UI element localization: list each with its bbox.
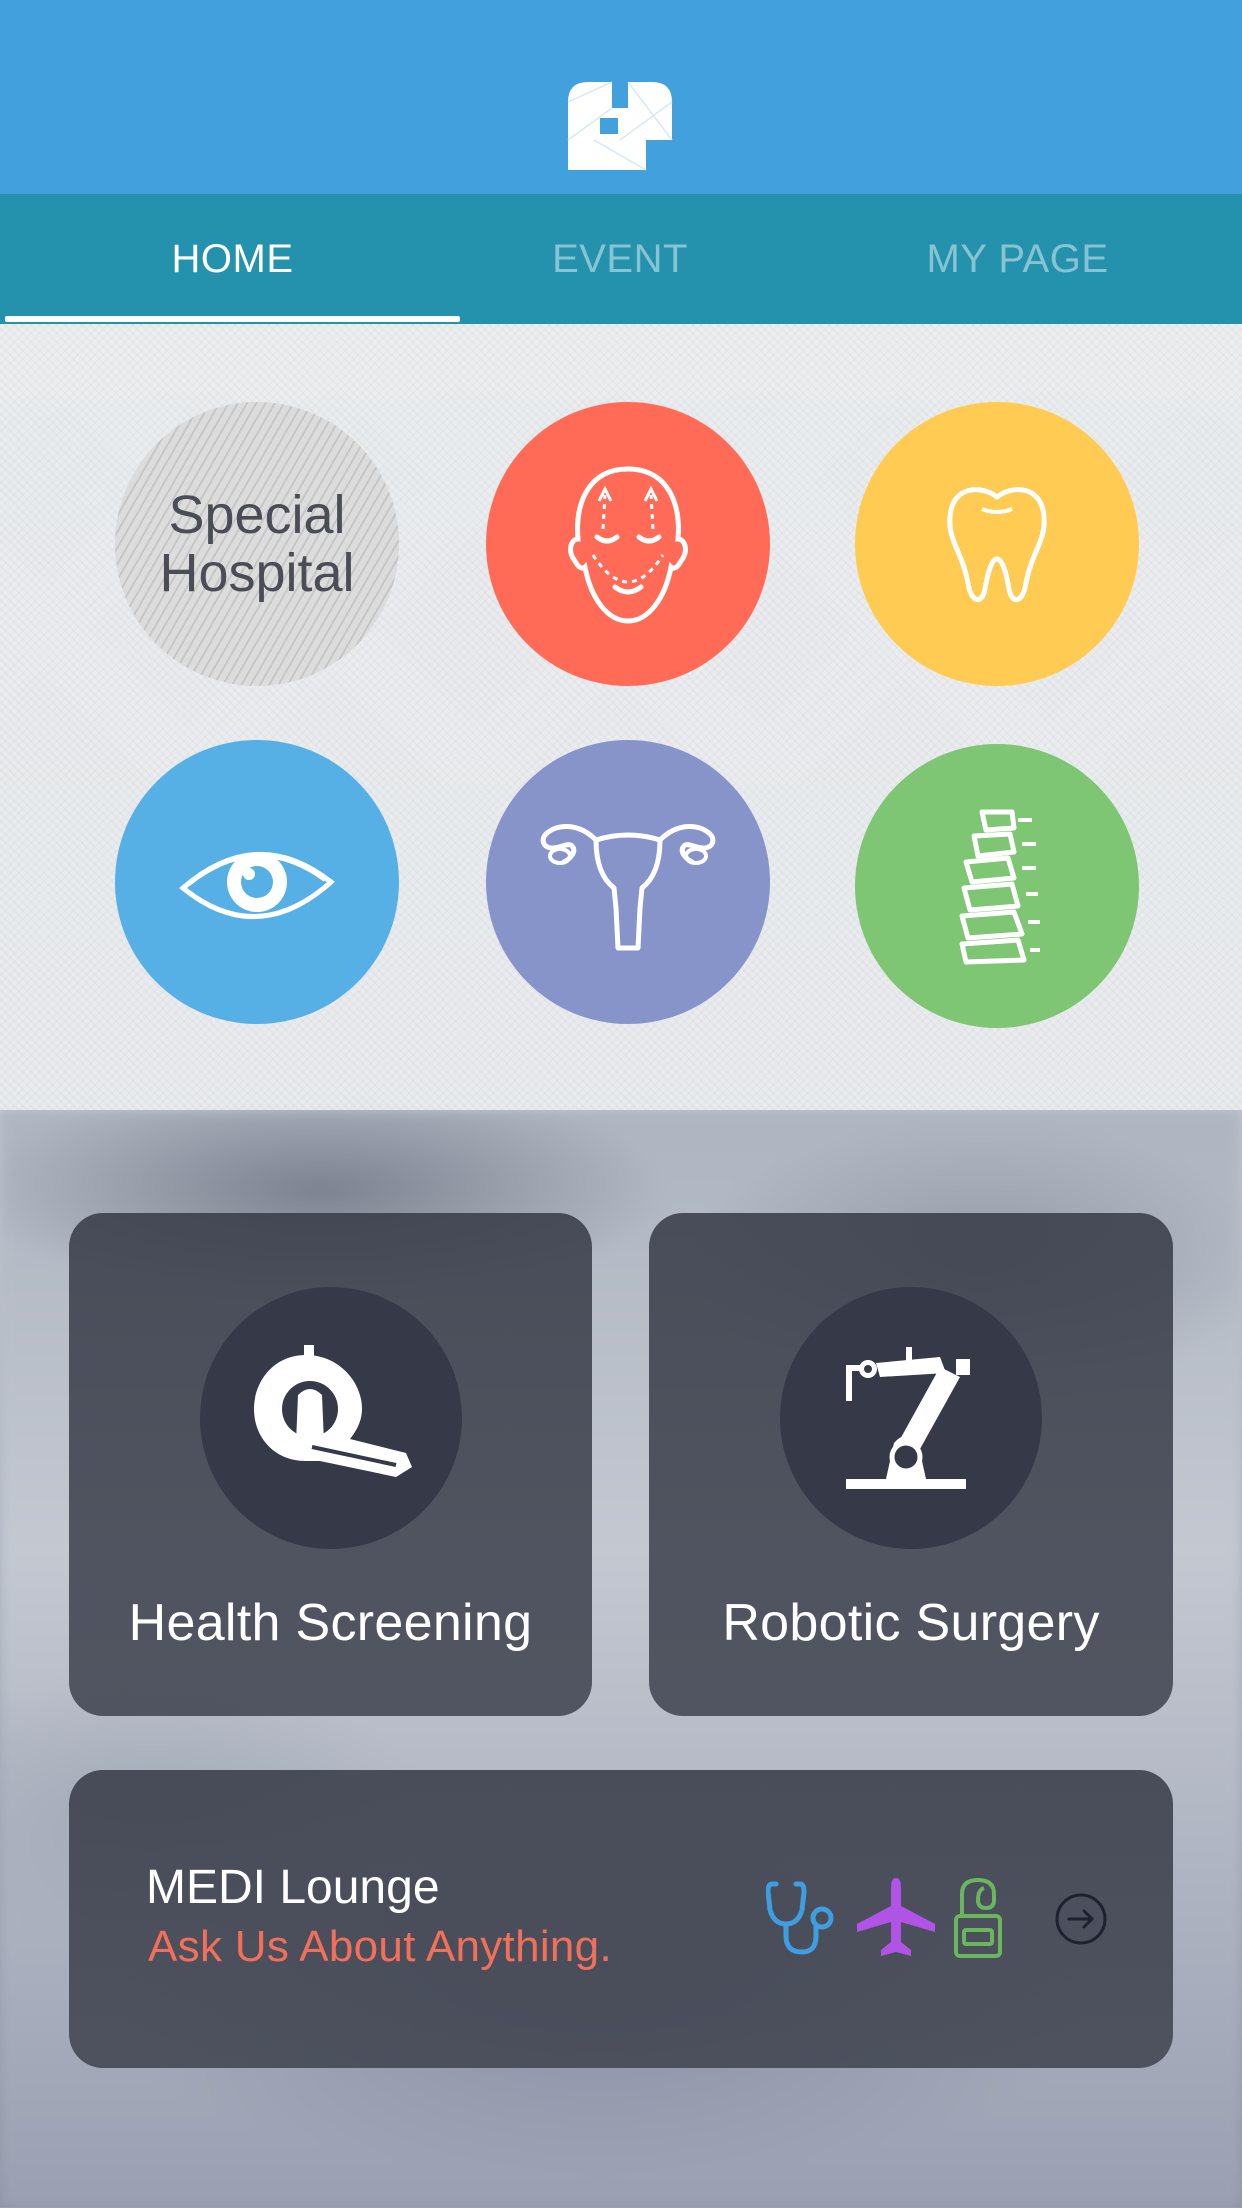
- gynecology-button[interactable]: [486, 740, 770, 1024]
- health-screening-card[interactable]: Health Screening: [69, 1213, 592, 1716]
- stethoscope-icon: [766, 1881, 834, 1955]
- ophthalmology-button[interactable]: [115, 740, 399, 1024]
- robotic-surgery-card[interactable]: Robotic Surgery: [649, 1213, 1173, 1716]
- special-hospital-line1: Special: [168, 485, 346, 545]
- tab-bar: HOME EVENT MY PAGE: [0, 194, 1242, 324]
- tooth-icon: [947, 487, 1047, 602]
- special-hospital-button[interactable]: Special Hospital: [115, 402, 399, 686]
- robotic-surgery-label: Robotic Surgery: [722, 1594, 1100, 1652]
- app-logo-icon: [567, 81, 673, 171]
- health-screening-label: Health Screening: [128, 1594, 533, 1652]
- medi-lounge-subtitle: Ask Us About Anything.: [148, 1922, 612, 1971]
- medi-lounge-card[interactable]: [69, 1770, 1173, 2068]
- airplane-icon: [857, 1878, 935, 1956]
- face-icon: [568, 466, 688, 624]
- dental-button[interactable]: [855, 402, 1139, 686]
- robot-arm-icon: [846, 1347, 970, 1489]
- spine-icon: [959, 809, 1040, 965]
- plastic-surgery-button[interactable]: [486, 402, 770, 686]
- arrow-right-icon[interactable]: [1054, 1892, 1108, 1946]
- door-hanger-icon: [954, 1877, 1002, 1958]
- app-header: [0, 0, 1242, 194]
- uterus-icon: [540, 824, 716, 951]
- tab-home[interactable]: HOME: [0, 194, 465, 324]
- active-tab-indicator: [5, 316, 460, 322]
- orthopedics-button[interactable]: [855, 744, 1139, 1028]
- medi-lounge-title: MEDI Lounge: [146, 1861, 440, 1914]
- special-hospital-line2: Hospital: [159, 543, 355, 603]
- eye-icon: [179, 852, 335, 919]
- tab-my-page[interactable]: MY PAGE: [775, 194, 1242, 324]
- tab-event[interactable]: EVENT: [465, 194, 775, 324]
- ct-scanner-icon: [254, 1345, 412, 1477]
- robotic-surgery-icon-circle: [780, 1287, 1042, 1549]
- health-screening-icon-circle: [200, 1287, 462, 1549]
